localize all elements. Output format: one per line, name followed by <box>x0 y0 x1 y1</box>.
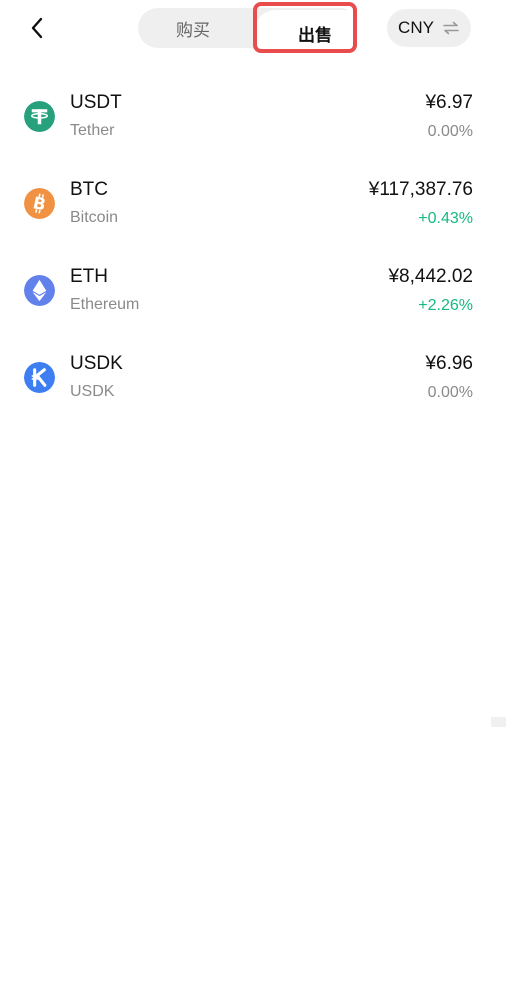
asset-list: USDT Tether ¥6.97 0.00% B BTC Bitcoin ¥1… <box>0 82 506 430</box>
coin-change: +0.43% <box>418 210 473 227</box>
coin-name: Bitcoin <box>70 209 119 226</box>
coin-price: ¥6.97 <box>425 92 473 113</box>
coin-name: USDK <box>70 383 115 400</box>
tab-sell[interactable]: 出售 <box>254 10 376 56</box>
currency-label: CNY <box>398 18 434 37</box>
tab-buy-label: 购买 <box>176 20 210 40</box>
asset-row-usdk[interactable]: USDK USDK ¥6.96 0.00% <box>0 343 506 430</box>
coin-symbol: USDT <box>70 92 122 113</box>
back-button[interactable] <box>22 12 52 44</box>
bitcoin-icon: B <box>24 188 55 219</box>
chevron-left-icon <box>31 17 43 39</box>
asset-row-usdt[interactable]: USDT Tether ¥6.97 0.00% <box>0 82 506 169</box>
coin-price: ¥8,442.02 <box>388 266 473 287</box>
currency-switch-button[interactable]: CNY <box>387 9 471 47</box>
coin-price: ¥6.96 <box>425 353 473 374</box>
asset-row-eth[interactable]: ETH Ethereum ¥8,442.02 +2.26% <box>0 256 506 343</box>
asset-row-btc[interactable]: B BTC Bitcoin ¥117,387.76 +0.43% <box>0 169 506 256</box>
tab-buy[interactable]: 购买 <box>138 8 248 48</box>
tether-icon <box>24 101 55 132</box>
scroll-handle[interactable] <box>491 717 506 727</box>
coin-name: Ethereum <box>70 296 140 313</box>
coin-change: 0.00% <box>427 384 473 401</box>
trade-mode-tabs: 购买 出售 <box>138 8 376 56</box>
coin-name: Tether <box>70 122 115 139</box>
swap-arrows-icon <box>443 21 459 35</box>
coin-price: ¥117,387.76 <box>368 179 473 200</box>
tab-sell-label: 出售 <box>298 25 332 45</box>
coin-symbol: ETH <box>70 266 108 287</box>
coin-symbol: USDK <box>70 353 123 374</box>
usdk-icon <box>24 362 55 393</box>
coin-change: 0.00% <box>427 123 473 140</box>
ethereum-icon <box>24 275 55 306</box>
sell-crypto-page: 购买 出售 CNY USDT Tether ¥6.97 0.00% B BTC … <box>0 0 506 986</box>
coin-change: +2.26% <box>418 297 473 314</box>
coin-symbol: BTC <box>70 179 108 200</box>
